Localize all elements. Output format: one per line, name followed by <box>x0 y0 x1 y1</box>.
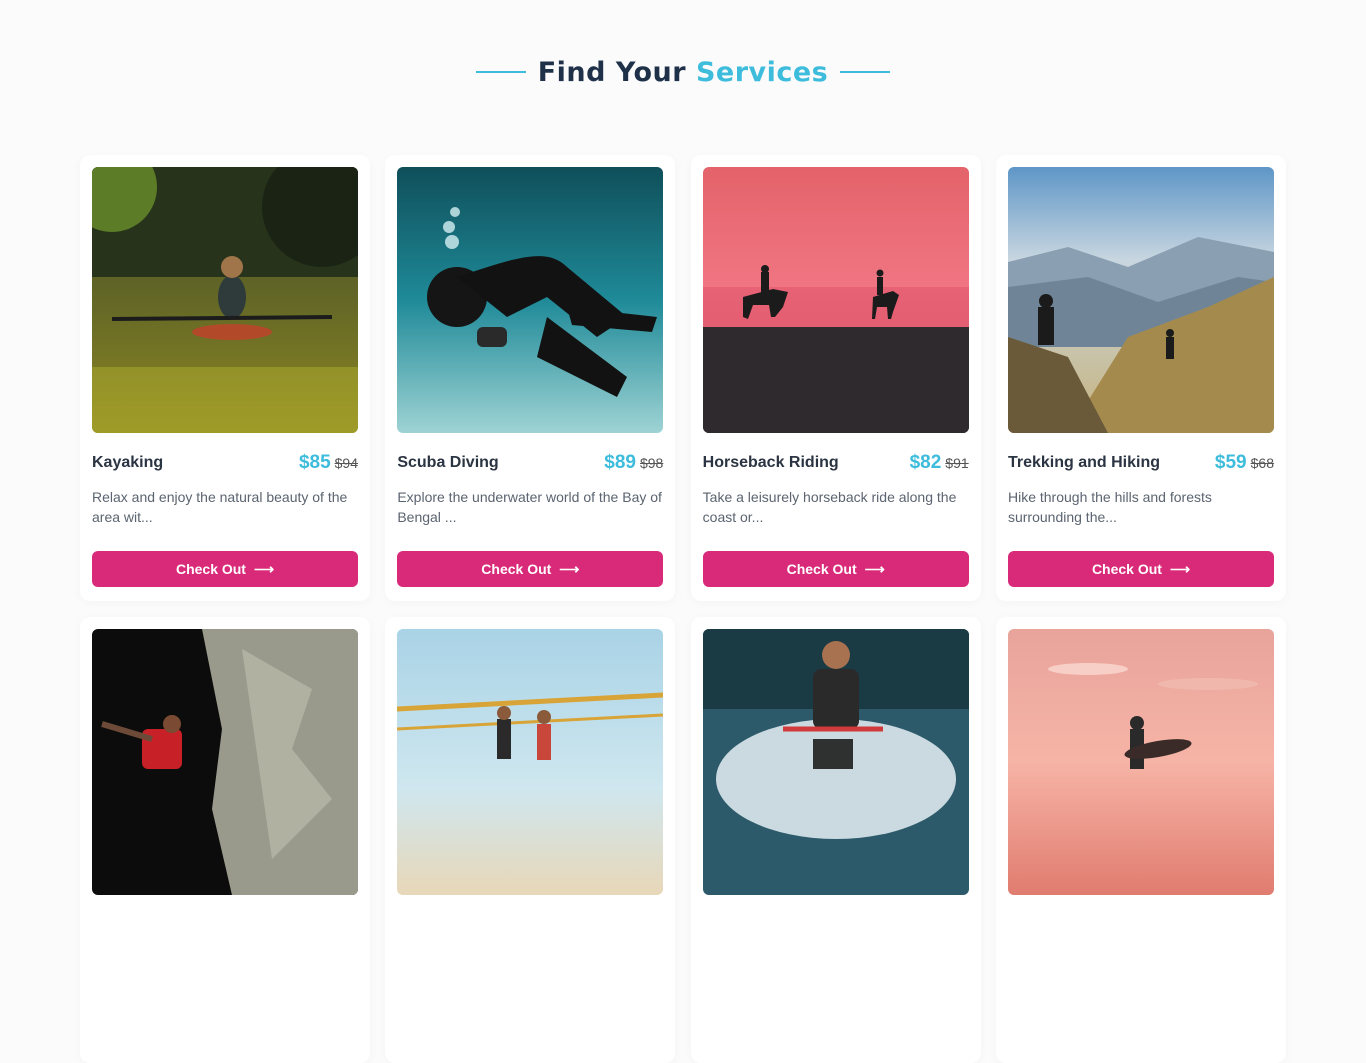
price-group: $82 $91 <box>910 452 969 474</box>
current-price: $59 <box>1214 452 1247 473</box>
service-card-horseback-riding: Horseback Riding $82 $91 Take a leisurel… <box>690 155 981 601</box>
old-price: $68 <box>1250 455 1274 471</box>
arrow-right-icon: ⟶ <box>1169 560 1191 577</box>
current-price: $82 <box>909 452 942 473</box>
service-description: Take a leisurely horseback ride along th… <box>702 489 957 525</box>
price-group: $85 $94 <box>299 452 358 474</box>
button-label: Check Out <box>175 561 246 577</box>
check-out-button[interactable]: Check Out ⟶ <box>92 551 358 587</box>
page-title: Find Your Services <box>538 57 829 88</box>
title-left-line <box>475 71 526 73</box>
current-price: $85 <box>298 452 331 473</box>
arrow-right-icon: ⟶ <box>253 560 275 577</box>
button-label: Check Out <box>1091 561 1162 577</box>
jet-ski-image[interactable] <box>702 629 969 895</box>
card-meta: Scuba Diving $89 $98 <box>397 451 663 475</box>
service-name: Horseback Riding <box>702 454 839 471</box>
arrow-right-icon: ⟶ <box>559 560 580 577</box>
services-grid: Kayaking $85 $94 Relax and enjoy the nat… <box>80 155 1286 1063</box>
title-part2: Services <box>695 56 829 88</box>
button-label: Check Out <box>481 561 552 577</box>
card-meta: Kayaking $85 $94 <box>92 451 358 475</box>
price-group: $59 $68 <box>1215 452 1274 474</box>
old-price: $94 <box>334 455 358 471</box>
card-meta: Horseback Riding $82 $91 <box>703 451 969 475</box>
old-price: $91 <box>945 455 969 471</box>
scuba-diving-image[interactable] <box>397 167 664 433</box>
service-name: Trekking and Hiking <box>1007 454 1161 471</box>
beach-volleyball-image[interactable] <box>397 629 664 895</box>
section-title: Find Your Services <box>0 52 1366 92</box>
service-name: Scuba Diving <box>397 454 499 471</box>
old-price: $98 <box>639 455 664 471</box>
service-card-kayaking: Kayaking $85 $94 Relax and enjoy the nat… <box>80 155 370 601</box>
check-out-button[interactable]: Check Out ⟶ <box>702 551 969 587</box>
service-card-surfing <box>995 617 1286 1063</box>
service-card-beach-volleyball <box>385 617 676 1063</box>
service-description: Explore the underwater world of the Bay … <box>397 489 662 525</box>
service-card-jet-ski <box>690 617 981 1063</box>
arrow-right-icon: ⟶ <box>864 560 885 577</box>
price-group: $89 $98 <box>604 452 663 474</box>
service-card-rock-climbing <box>80 617 370 1063</box>
check-out-button[interactable]: Check Out ⟶ <box>1007 551 1274 587</box>
service-card-trekking: Trekking and Hiking $59 $68 Hike through… <box>995 155 1286 601</box>
button-label: Check Out <box>786 561 857 577</box>
service-name: Kayaking <box>92 454 164 471</box>
trekking-image[interactable] <box>1007 167 1274 433</box>
service-card-scuba-diving: Scuba Diving $89 $98 Explore the underwa… <box>385 155 676 601</box>
title-right-line <box>840 71 891 73</box>
service-description: Relax and enjoy the natural beauty of th… <box>92 489 348 525</box>
check-out-button[interactable]: Check Out ⟶ <box>397 551 664 587</box>
kayaking-image[interactable] <box>92 167 358 433</box>
surfing-image[interactable] <box>1007 629 1274 895</box>
current-price: $89 <box>604 452 636 473</box>
title-part1: Find Your <box>537 56 687 88</box>
service-description: Hike through the hills and forests surro… <box>1007 489 1212 525</box>
rock-climbing-image[interactable] <box>92 629 358 895</box>
card-meta: Trekking and Hiking $59 $68 <box>1008 451 1274 475</box>
horseback-riding-image[interactable] <box>702 167 969 433</box>
